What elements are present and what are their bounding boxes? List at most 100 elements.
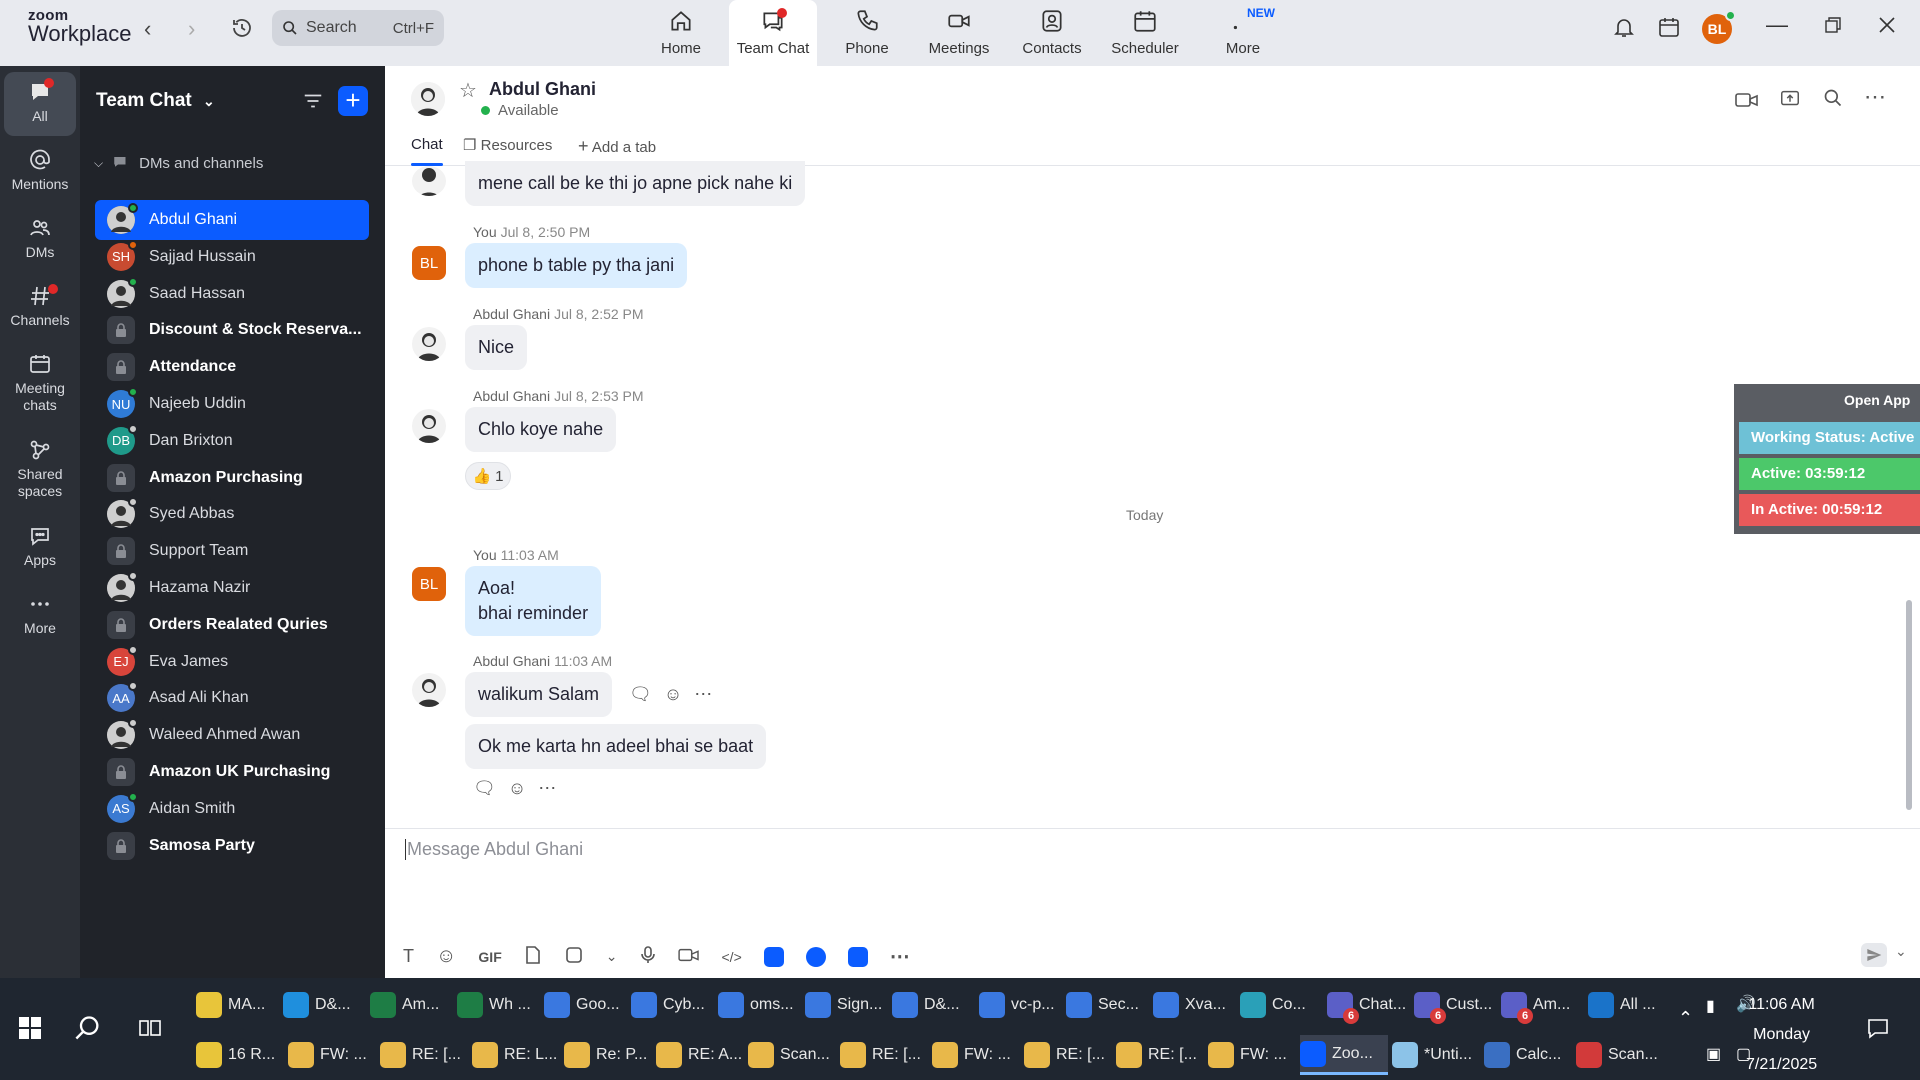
rail-meeting-chats[interactable]: Meeting chats	[4, 352, 76, 414]
taskbar-app[interactable]: Co...	[1240, 985, 1323, 1025]
section-dms-channels[interactable]: ⌵ DMs and channels	[94, 154, 263, 172]
avatar[interactable]	[412, 327, 446, 361]
tab-add[interactable]: + Add a tab	[578, 136, 656, 157]
scrollbar[interactable]	[1906, 600, 1912, 810]
message-bubble[interactable]: mene call be ke thi jo apne pick nahe ki	[465, 161, 806, 206]
code-icon[interactable]: </>	[722, 949, 742, 965]
tab-resources[interactable]: ❐ Resources	[463, 136, 552, 154]
channel-item[interactable]: Attendance	[95, 347, 369, 387]
taskbar-app[interactable]: RE: L...	[472, 1035, 560, 1075]
user-avatar[interactable]: BL	[1702, 10, 1736, 44]
message-bubble[interactable]: Chlo koye nahe	[465, 407, 617, 452]
text-format-icon[interactable]: T	[403, 946, 414, 967]
gif-button[interactable]: GIF	[478, 949, 501, 965]
dm-item[interactable]: NU Najeeb Uddin	[95, 384, 369, 424]
contact-avatar[interactable]	[411, 82, 445, 116]
message-bubble[interactable]: Ok me karta hn adeel bhai se baat	[465, 724, 767, 769]
restore-icon[interactable]	[1824, 16, 1842, 39]
tab-scheduler[interactable]: Scheduler	[1101, 0, 1189, 66]
taskbar-app[interactable]: RE: [...	[1024, 1035, 1112, 1075]
message-bubble[interactable]: Aoa! bhai reminder	[465, 566, 602, 636]
taskbar-app[interactable]: 16 R...	[196, 1035, 284, 1075]
send-button[interactable]	[1861, 943, 1887, 967]
chevron-up-icon[interactable]: ⌃	[1678, 1008, 1693, 1029]
dm-item[interactable]: Abdul Ghani	[95, 200, 369, 240]
avatar[interactable]	[412, 673, 446, 707]
chevron-down-icon[interactable]: ⌄	[1895, 943, 1907, 960]
back-arrow-icon[interactable]: ‹	[144, 16, 151, 42]
channel-item[interactable]: Support Team	[95, 531, 369, 571]
tab-team-chat[interactable]: Team Chat	[729, 0, 817, 66]
dm-item[interactable]: AS Aidan Smith	[95, 789, 369, 829]
new-chat-button[interactable]: +	[338, 86, 368, 116]
task-view-icon[interactable]	[138, 1016, 162, 1045]
more-options-icon[interactable]: ⋯	[1864, 84, 1886, 110]
dm-item[interactable]: AA Asad Ali Khan	[95, 678, 369, 718]
system-clock[interactable]: 11:06 AM Monday 7/21/2025	[1746, 990, 1817, 1080]
taskbar-app[interactable]: vc-p...	[979, 985, 1062, 1025]
dm-item[interactable]: Waleed Ahmed Awan	[95, 715, 369, 755]
emoji-react-icon[interactable]: ☺	[664, 684, 682, 705]
microphone-icon[interactable]	[640, 945, 656, 968]
dm-item[interactable]: Syed Abbas	[95, 494, 369, 534]
tab-chat[interactable]: Chat	[411, 136, 443, 166]
emoji-icon[interactable]: ☺	[436, 945, 456, 968]
reaction-chip[interactable]: 👍 1	[465, 462, 511, 490]
history-icon[interactable]	[230, 16, 254, 45]
close-icon[interactable]	[1878, 16, 1896, 39]
tab-more[interactable]: NEW More	[1199, 0, 1287, 66]
taskbar-app[interactable]: *Unti...	[1392, 1035, 1480, 1075]
channel-item[interactable]: Orders Realated Quries	[95, 605, 369, 645]
taskbar-app[interactable]: 6 Cust...	[1414, 985, 1497, 1025]
taskbar-app[interactable]: Wh ...	[457, 985, 540, 1025]
taskbar-app[interactable]: 6 Chat...	[1327, 985, 1410, 1025]
taskbar-app[interactable]: Zoo...	[1300, 1035, 1388, 1075]
dm-item[interactable]: EJ Eva James	[95, 642, 369, 682]
rail-shared-spaces[interactable]: Shared spaces	[4, 438, 76, 500]
dm-item[interactable]: Hazama Nazir	[95, 568, 369, 608]
taskbar-app[interactable]: RE: [...	[380, 1035, 468, 1075]
taskbar-app[interactable]: FW: ...	[288, 1035, 376, 1075]
search-input[interactable]: Search Ctrl+F	[272, 10, 444, 46]
reply-icon[interactable]: 🗨	[629, 684, 652, 705]
search-icon[interactable]	[1823, 88, 1843, 113]
rail-dms[interactable]: DMs	[4, 216, 76, 261]
share-screen-icon[interactable]	[1779, 88, 1801, 115]
more-options-icon[interactable]: ⋯	[538, 778, 556, 799]
message-input[interactable]: Message Abdul Ghani	[405, 839, 583, 860]
avatar[interactable]	[412, 409, 446, 443]
more-options-icon[interactable]: ⋯	[694, 684, 712, 705]
chevron-down-icon[interactable]: ⌄	[606, 948, 618, 965]
taskbar-app[interactable]: RE: A...	[656, 1035, 744, 1075]
tab-contacts[interactable]: Contacts	[1008, 0, 1096, 66]
taskbar-app[interactable]: FW: ...	[932, 1035, 1020, 1075]
emoji-react-icon[interactable]: ☺	[508, 778, 526, 799]
contact-name[interactable]: Abdul Ghani	[489, 79, 596, 100]
taskbar-app[interactable]: Sec...	[1066, 985, 1149, 1025]
more-options-icon[interactable]: ⋯	[890, 944, 910, 969]
dm-item[interactable]: DB Dan Brixton	[95, 421, 369, 461]
network-icon[interactable]: ▣	[1706, 1044, 1721, 1064]
file-icon[interactable]	[524, 945, 542, 968]
open-app-button[interactable]: Open App	[1844, 392, 1910, 408]
rail-apps[interactable]: Apps	[4, 524, 76, 569]
taskbar-app[interactable]: 6 Am...	[1501, 985, 1584, 1025]
avatar[interactable]	[412, 166, 446, 196]
taskbar-app[interactable]: Cyb...	[631, 985, 714, 1025]
battery-icon[interactable]: ▮	[1706, 996, 1715, 1016]
minimize-icon[interactable]: —	[1766, 12, 1788, 38]
video-message-icon[interactable]	[677, 946, 700, 967]
reply-icon[interactable]: 🗨	[473, 778, 496, 799]
taskbar-app[interactable]: Scan...	[748, 1035, 836, 1075]
channel-item[interactable]: Discount & Stock Reserva...	[95, 310, 369, 350]
taskbar-app[interactable]: FW: ...	[1208, 1035, 1296, 1075]
dm-item[interactable]: SH Sajjad Hussain	[95, 237, 369, 277]
taskbar-app[interactable]: Scan...	[1576, 1035, 1664, 1075]
taskbar-app[interactable]: Xva...	[1153, 985, 1236, 1025]
rail-channels[interactable]: Channels	[4, 284, 76, 329]
taskbar-app[interactable]: Calc...	[1484, 1035, 1572, 1075]
sidebar-title[interactable]: Team Chat ⌄	[96, 90, 215, 112]
windows-start-icon[interactable]	[18, 1016, 42, 1045]
rail-all[interactable]: All	[4, 72, 76, 136]
app-icon[interactable]	[805, 946, 826, 967]
